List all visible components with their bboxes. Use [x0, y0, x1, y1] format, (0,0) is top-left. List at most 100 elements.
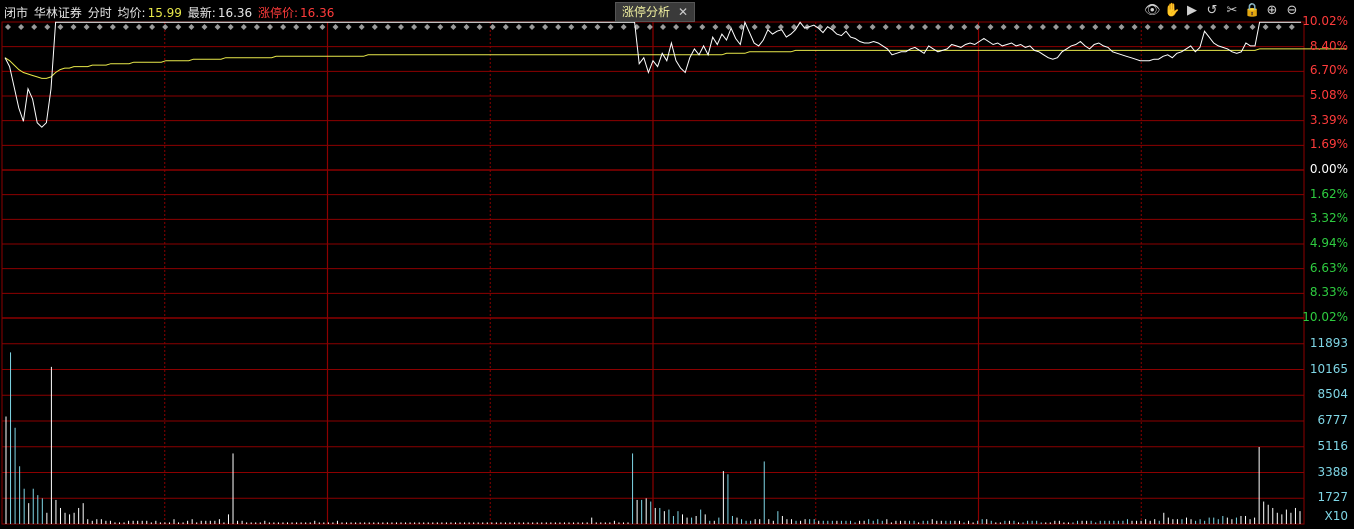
limit-marker-icon [175, 24, 182, 30]
limit-marker-icon [882, 24, 889, 30]
limit-marker-icon [293, 24, 300, 30]
price-axis-label: 1.69% [1309, 137, 1348, 152]
limit-marker-icon [607, 24, 614, 30]
limit-marker-icon [529, 24, 535, 30]
limit-marker-icon [1105, 24, 1112, 30]
limit-marker-icon [542, 24, 549, 30]
volume-axis-label: 8504 [1317, 387, 1348, 402]
limit-marker-icon [136, 24, 142, 30]
volume-axis-label: 10165 [1309, 361, 1348, 376]
hand-icon[interactable]: ✋ [1164, 3, 1180, 19]
limit-marker-icon [1039, 24, 1046, 30]
limit-marker-icon [109, 24, 116, 30]
zoom-out-icon[interactable]: ⊖ [1284, 3, 1300, 19]
limit-marker-icon [581, 24, 588, 30]
latest-price-label: 最新: [187, 6, 216, 20]
limit-marker-icon [1197, 24, 1204, 30]
limit-price-value: 16.36 [300, 6, 335, 20]
price-axis-label: 10.02% [1302, 310, 1348, 324]
limit-marker-icon [948, 24, 955, 30]
limit-marker-icon [201, 24, 208, 30]
price-axis-label: 0.00% [1309, 162, 1348, 176]
volume-axis-label: 3388 [1317, 464, 1348, 479]
price-axis-label: 3.32% [1309, 211, 1348, 226]
limit-marker-icon [502, 24, 509, 30]
limit-marker-icon [18, 24, 25, 30]
price-axis-label: 6.70% [1309, 63, 1348, 78]
limit-price-label: 涨停价: [258, 6, 299, 20]
limit-marker-icon [1144, 24, 1151, 30]
price-axis-label: 3.39% [1309, 112, 1348, 127]
limit-marker-icon [44, 24, 51, 30]
limit-marker-icon [371, 24, 378, 30]
limit-marker-icon [358, 24, 365, 30]
limit-marker-icon [1079, 24, 1086, 30]
limit-marker-icon [437, 24, 444, 30]
limit-marker-icon [306, 24, 313, 30]
limit-marker-icon [332, 24, 339, 30]
limit-marker-icon [1013, 24, 1020, 30]
limit-marker-icon [57, 24, 64, 30]
limit-marker-icon [1288, 24, 1295, 30]
play-icon[interactable]: ▶ [1184, 3, 1200, 19]
limit-marker-icon [1092, 24, 1099, 30]
limit-marker-icon [843, 24, 850, 30]
limit-marker-icon [646, 24, 653, 30]
limit-marker-icon [149, 24, 156, 30]
limit-marker-icon [267, 24, 273, 30]
volume-axis-label: 1727 [1317, 490, 1348, 505]
limit-marker-icon [817, 24, 824, 30]
limit-marker-icon [489, 24, 496, 30]
limit-marker-icon [1262, 24, 1269, 30]
limit-marker-icon [673, 24, 680, 30]
close-icon[interactable]: ✕ [678, 5, 688, 19]
limit-marker-icon [83, 24, 90, 30]
limit-marker-icon [253, 24, 260, 30]
stock-name[interactable]: 华林证券 [34, 6, 82, 20]
lock-icon[interactable]: 🔒 [1244, 3, 1260, 19]
limit-marker-icon [31, 24, 38, 30]
limit-marker-icon [620, 24, 627, 30]
price-axis-label: 8.40% [1309, 38, 1348, 53]
limit-up-analysis-tab[interactable]: 涨停分析 ✕ [615, 2, 696, 22]
limit-marker-icon [699, 24, 706, 30]
limit-marker-icon [1275, 24, 1282, 30]
volume-axis-label: 5116 [1317, 438, 1348, 453]
limit-marker-icon [974, 24, 981, 30]
limit-marker-icon [1210, 24, 1217, 30]
limit-marker-icon [1118, 24, 1125, 30]
zoom-in-icon[interactable]: ⊕ [1264, 3, 1280, 19]
limit-marker-icon [463, 24, 470, 30]
limit-marker-icon [777, 24, 784, 30]
volume-axis-label: X10 [1324, 509, 1349, 523]
price-axis-label: 8.33% [1309, 285, 1348, 300]
limit-marker-icon [712, 24, 719, 30]
scissors-icon[interactable]: ✂ [1224, 3, 1240, 19]
limit-marker-icon [450, 24, 457, 30]
limit-marker-icon [1053, 24, 1059, 30]
price-axis-label: 6.63% [1309, 260, 1348, 275]
limit-marker-icon [214, 24, 221, 30]
price-axis-label: 4.94% [1309, 236, 1348, 250]
limit-marker-icon [1026, 24, 1033, 30]
header-bar: 闭市 华林证券 分时 均价: 15.99 最新: 16.36 涨停价: 16.36 [4, 4, 336, 21]
limit-marker-icon [922, 24, 928, 30]
intraday-chart[interactable] [0, 0, 1354, 529]
view-mode[interactable]: 分时 [88, 6, 112, 20]
eye-icon[interactable]: 👁 [1144, 3, 1161, 19]
limit-marker-icon [1066, 24, 1073, 30]
limit-marker-icon [515, 24, 522, 30]
limit-marker-icon [961, 24, 968, 30]
limit-marker-icon [96, 24, 103, 30]
limit-marker-icon [1184, 24, 1190, 30]
limit-marker-icon [476, 24, 483, 30]
market-status: 闭市 [4, 6, 29, 20]
avg-price-value: 15.99 [147, 6, 182, 20]
limit-marker-icon [895, 24, 902, 30]
avg-price-label: 均价: [117, 6, 146, 20]
limit-marker-icon [1000, 24, 1007, 30]
undo-icon[interactable]: ↺ [1204, 3, 1220, 19]
volume-axis-label: 11893 [1309, 335, 1348, 350]
limit-marker-icon [1157, 24, 1164, 30]
volume-axis-label: 6777 [1317, 413, 1348, 427]
